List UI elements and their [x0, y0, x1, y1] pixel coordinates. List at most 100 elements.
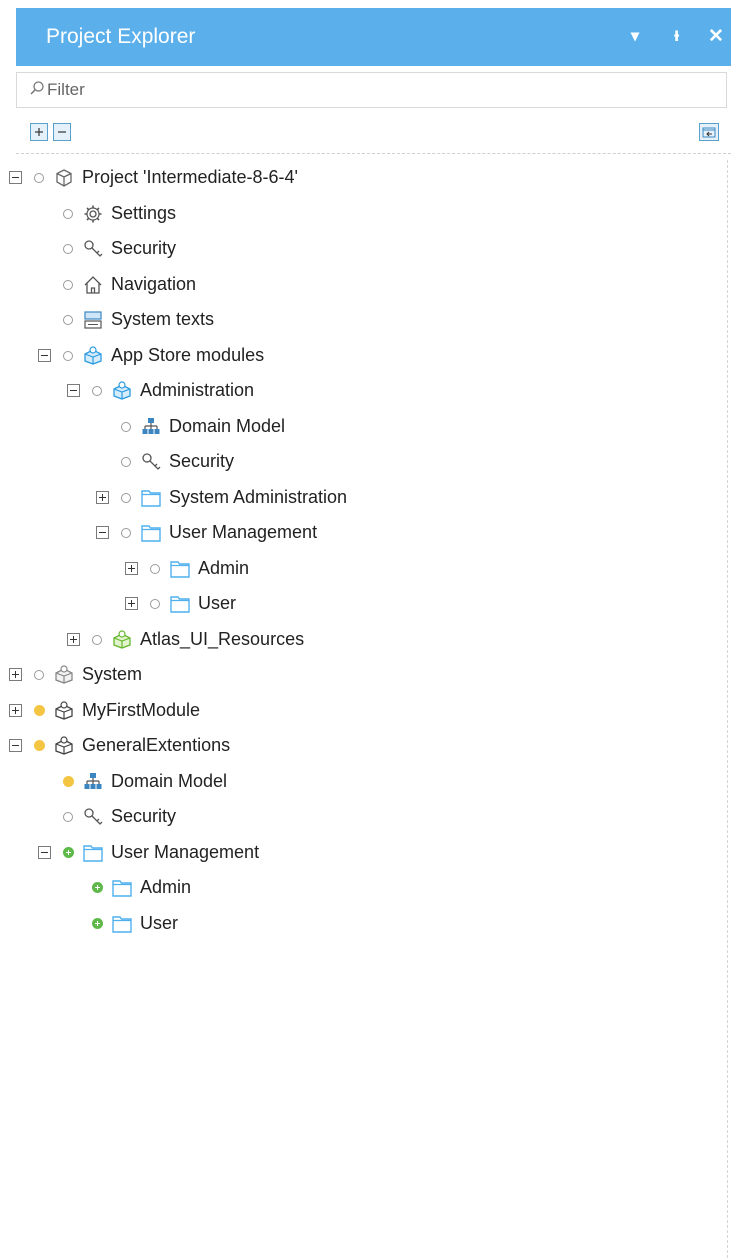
tree-item[interactable]: Domain Model — [0, 410, 720, 444]
tree-item-label[interactable]: Administration — [140, 380, 254, 401]
tree-item-label[interactable]: Admin — [140, 877, 191, 898]
status-empty-icon — [121, 457, 131, 467]
tree-item-label[interactable]: Navigation — [111, 274, 196, 295]
tree-item-label[interactable]: System texts — [111, 309, 214, 330]
folder-icon — [82, 842, 104, 864]
key-icon — [140, 451, 162, 473]
tree-item[interactable]: System — [0, 658, 720, 692]
home-icon — [82, 274, 104, 296]
status-empty-icon — [63, 315, 73, 325]
status-yellow-icon — [63, 775, 74, 787]
folder-icon — [111, 877, 133, 899]
collapse-all-button[interactable] — [53, 123, 71, 141]
search-icon — [30, 81, 44, 95]
folder-icon — [140, 487, 162, 509]
tree-item[interactable]: System Administration — [0, 481, 720, 515]
link-with-editor-button[interactable] — [699, 123, 719, 141]
expand-toggle[interactable] — [125, 597, 138, 610]
tree-item[interactable]: System texts — [0, 303, 720, 337]
status-green-icon — [92, 917, 103, 929]
tree-item-label[interactable]: Settings — [111, 203, 176, 224]
key-icon — [82, 238, 104, 260]
expand-toggle[interactable] — [125, 561, 138, 575]
filter-box[interactable] — [16, 72, 727, 108]
tree-item-label[interactable]: User — [198, 593, 236, 614]
filter-input[interactable] — [47, 76, 707, 104]
app-store-module-icon — [111, 380, 133, 402]
tree-item[interactable]: Settings — [0, 197, 720, 231]
tree-item-label[interactable]: App Store modules — [111, 345, 264, 366]
atlas-module-icon — [111, 629, 133, 651]
expand-toggle[interactable] — [9, 703, 22, 717]
status-empty-icon — [150, 599, 160, 609]
tree-item-label[interactable]: Domain Model — [169, 416, 285, 437]
status-yellow-icon — [34, 704, 45, 716]
tree-item-label[interactable]: Security — [111, 238, 176, 259]
folder-icon — [169, 558, 191, 580]
status-empty-icon — [63, 208, 73, 219]
panel-title: Project Explorer — [46, 25, 196, 48]
domain-model-icon — [82, 771, 104, 793]
collapse-toggle[interactable] — [9, 171, 22, 184]
status-empty-icon — [121, 492, 131, 503]
tree-item[interactable]: Admin — [0, 871, 720, 905]
tree-item[interactable]: Security — [0, 232, 720, 266]
tree-item-label[interactable]: Domain Model — [111, 771, 227, 792]
tree-item[interactable]: GeneralExtentions — [0, 729, 720, 763]
expand-toggle[interactable] — [67, 632, 80, 646]
expand-toggle[interactable] — [9, 668, 22, 681]
status-yellow-icon — [34, 740, 45, 751]
tree-item-label[interactable]: System — [82, 664, 142, 685]
status-green-icon — [63, 846, 74, 858]
tree-item[interactable]: App Store modules — [0, 339, 720, 373]
tree-item[interactable]: Security — [0, 445, 720, 479]
tree-item[interactable]: User — [0, 587, 720, 621]
tree-item[interactable]: Administration — [0, 374, 720, 408]
tree-item[interactable]: Security — [0, 800, 720, 834]
tree-item-label[interactable]: User Management — [169, 522, 317, 543]
dropdown-icon[interactable]: ▾ — [631, 26, 639, 46]
tree-item-label[interactable]: Project 'Intermediate-8-6-4' — [82, 167, 298, 188]
expand-all-button[interactable] — [30, 123, 48, 141]
status-empty-icon — [121, 528, 131, 538]
tree-item[interactable]: Domain Model — [0, 765, 720, 799]
tree-item[interactable]: MyFirstModule — [0, 694, 720, 728]
tree-item-label[interactable]: Admin — [198, 558, 249, 579]
tree-item-label[interactable]: GeneralExtentions — [82, 735, 230, 756]
folder-icon — [111, 913, 133, 935]
tree-item-label[interactable]: User Management — [111, 842, 259, 863]
module-icon — [53, 700, 75, 722]
collapse-toggle[interactable] — [38, 845, 51, 859]
tree-item[interactable]: User — [0, 907, 720, 941]
tree-item[interactable]: Project 'Intermediate-8-6-4' — [0, 161, 720, 195]
tree-item[interactable]: User Management — [0, 836, 720, 870]
app-store-module-icon — [82, 345, 104, 367]
status-empty-icon — [63, 350, 73, 361]
system-module-icon — [53, 664, 75, 686]
tree-item[interactable]: Navigation — [0, 268, 720, 302]
tree-item-label[interactable]: Security — [111, 806, 176, 827]
tree-item-label[interactable]: Security — [169, 451, 234, 472]
tree-item[interactable]: User Management — [0, 516, 720, 550]
collapse-toggle[interactable] — [96, 526, 109, 539]
status-green-icon — [92, 882, 103, 893]
close-icon[interactable]: ✕ — [708, 25, 724, 48]
tree-item[interactable]: Atlas_UI_Resources — [0, 623, 720, 657]
pin-icon[interactable]: ᵻ — [674, 25, 679, 47]
tree-item-label[interactable]: User — [140, 913, 178, 934]
explorer-toolbar — [16, 114, 731, 154]
status-empty-icon — [34, 670, 44, 680]
tree-item-label[interactable]: MyFirstModule — [82, 700, 200, 721]
status-empty-icon — [63, 812, 73, 822]
folder-icon — [169, 593, 191, 615]
panel-title-bar: Project Explorer ▾ ᵻ ✕ — [16, 8, 731, 66]
tree-item-label[interactable]: Atlas_UI_Resources — [140, 629, 304, 650]
tree-item[interactable]: Admin — [0, 552, 720, 586]
collapse-toggle[interactable] — [38, 348, 51, 362]
expand-toggle[interactable] — [96, 490, 109, 504]
collapse-toggle[interactable] — [67, 384, 80, 397]
tree-item-label[interactable]: System Administration — [169, 487, 347, 508]
status-empty-icon — [63, 279, 73, 290]
collapse-toggle[interactable] — [9, 739, 22, 752]
status-empty-icon — [121, 421, 131, 432]
